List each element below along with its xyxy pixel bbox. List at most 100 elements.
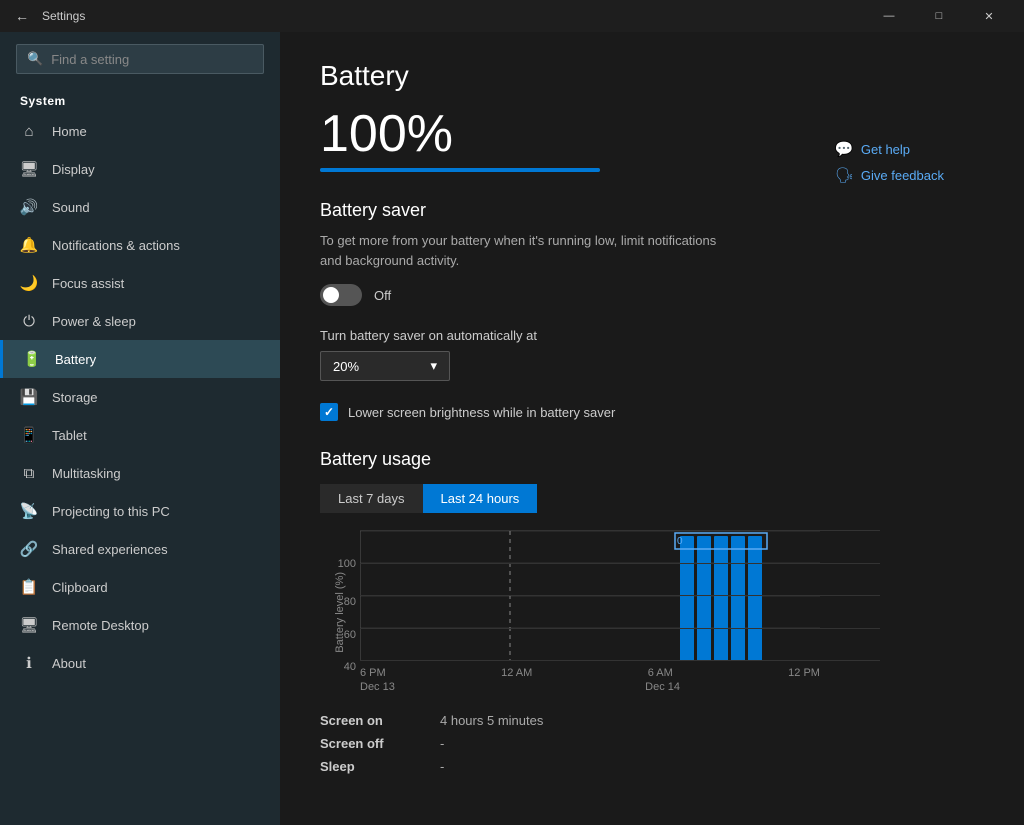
- tablet-icon: 📱: [20, 426, 38, 444]
- y-label-60: 60: [328, 629, 356, 641]
- sidebar-label-focus: Focus assist: [52, 276, 124, 291]
- screen-on-label: Screen on: [320, 713, 440, 728]
- app-container: 🔍 System ⌂ Home 🖥 Display 🔊 Sound 🔔 Noti…: [0, 32, 1024, 825]
- tab-last-7-days[interactable]: Last 7 days: [320, 484, 423, 513]
- storage-icon: 💾: [20, 388, 38, 406]
- clipboard-icon: 📋: [20, 578, 38, 596]
- chevron-down-icon: ▾: [430, 358, 437, 374]
- sidebar-item-shared[interactable]: 🔗 Shared experiences: [0, 530, 280, 568]
- brightness-checkbox-row: ✓ Lower screen brightness while in batte…: [320, 403, 984, 421]
- checkmark-icon: ✓: [324, 405, 334, 419]
- battery-saver-desc: To get more from your battery when it's …: [320, 231, 740, 270]
- y-label-100: 100: [328, 558, 356, 570]
- titlebar-title: Settings: [42, 9, 85, 23]
- sidebar-item-storage[interactable]: 💾 Storage: [0, 378, 280, 416]
- battery-threshold-dropdown[interactable]: 20% ▾: [320, 351, 450, 381]
- x-label-6pm: 6 PM: [360, 667, 386, 679]
- search-input[interactable]: [51, 52, 253, 67]
- titlebar: ← Settings — □ ✕: [0, 0, 1024, 32]
- sidebar-item-sound[interactable]: 🔊 Sound: [0, 188, 280, 226]
- help-section: 💬 Get help 🗣 Give feedback: [835, 140, 944, 184]
- search-icon: 🔍: [27, 51, 43, 67]
- sidebar-label-sound: Sound: [52, 200, 90, 215]
- toggle-label: Off: [374, 288, 391, 303]
- sidebar: 🔍 System ⌂ Home 🖥 Display 🔊 Sound 🔔 Noti…: [0, 32, 280, 825]
- sidebar-item-power[interactable]: ⏻ Power & sleep: [0, 302, 280, 340]
- sidebar-item-notifications[interactable]: 🔔 Notifications & actions: [0, 226, 280, 264]
- battery-saver-toggle[interactable]: [320, 284, 362, 306]
- sidebar-item-tablet[interactable]: 📱 Tablet: [0, 416, 280, 454]
- sidebar-item-multitasking[interactable]: ⧉ Multitasking: [0, 454, 280, 492]
- date-labels: Dec 13 Dec 14: [360, 679, 680, 693]
- toggle-knob: [323, 287, 339, 303]
- sidebar-label-remote: Remote Desktop: [52, 618, 149, 633]
- focus-icon: 🌙: [20, 274, 38, 292]
- sidebar-label-multitasking: Multitasking: [52, 466, 121, 481]
- x-label-6am: 6 AM: [648, 667, 673, 679]
- section-label: System: [0, 86, 280, 112]
- display-icon: 🖥: [20, 160, 38, 178]
- y-label-80: 80: [328, 596, 356, 608]
- sidebar-item-clipboard[interactable]: 📋 Clipboard: [0, 568, 280, 606]
- sidebar-label-power: Power & sleep: [52, 314, 136, 329]
- sidebar-label-battery: Battery: [55, 352, 96, 367]
- screen-on-value: 4 hours 5 minutes: [440, 713, 543, 728]
- sidebar-label-projecting: Projecting to this PC: [52, 504, 170, 519]
- battery-usage-title: Battery usage: [320, 449, 984, 470]
- help-icon: 💬: [835, 140, 853, 158]
- home-icon: ⌂: [20, 122, 38, 140]
- x-label-12am: 12 AM: [501, 667, 532, 679]
- power-icon: ⏻: [20, 312, 38, 330]
- date-dec13: Dec 13: [360, 681, 395, 693]
- sidebar-item-about[interactable]: ℹ About: [0, 644, 280, 682]
- screen-off-value: -: [440, 736, 444, 751]
- summary-sleep: Sleep -: [320, 755, 720, 778]
- dropdown-label: Turn battery saver on automatically at: [320, 328, 984, 343]
- x-axis-labels: 6 PM 12 AM 6 AM 12 PM: [360, 663, 820, 679]
- notifications-icon: 🔔: [20, 236, 38, 254]
- page-title: Battery: [320, 60, 984, 92]
- shared-icon: 🔗: [20, 540, 38, 558]
- battery-progress-fill: [320, 168, 600, 172]
- feedback-icon: 🗣: [835, 166, 853, 184]
- sidebar-item-projecting[interactable]: 📡 Projecting to this PC: [0, 492, 280, 530]
- sidebar-item-home[interactable]: ⌂ Home: [0, 112, 280, 150]
- tab-last-24-hours[interactable]: Last 24 hours: [423, 484, 538, 513]
- get-help-link[interactable]: 💬 Get help: [835, 140, 944, 158]
- screen-off-label: Screen off: [320, 736, 440, 751]
- sidebar-item-display[interactable]: 🖥 Display: [0, 150, 280, 188]
- sidebar-label-shared: Shared experiences: [52, 542, 168, 557]
- content-area: 💬 Get help 🗣 Give feedback Battery 100% …: [280, 32, 1024, 825]
- search-box[interactable]: 🔍: [16, 44, 264, 74]
- sidebar-item-battery[interactable]: 🔋 Battery: [0, 340, 280, 378]
- back-button[interactable]: ←: [12, 6, 32, 26]
- sidebar-label-display: Display: [52, 162, 95, 177]
- sidebar-label-notifications: Notifications & actions: [52, 238, 180, 253]
- remote-icon: 🖥: [20, 616, 38, 634]
- maximize-button[interactable]: □: [916, 0, 962, 32]
- sidebar-label-home: Home: [52, 124, 87, 139]
- sidebar-item-remote[interactable]: 🖥 Remote Desktop: [0, 606, 280, 644]
- x-label-12pm: 12 PM: [788, 667, 820, 679]
- brightness-checkbox[interactable]: ✓: [320, 403, 338, 421]
- y-label-40: 40: [328, 661, 356, 673]
- summary-screen-on: Screen on 4 hours 5 minutes: [320, 709, 720, 732]
- close-button[interactable]: ✕: [966, 0, 1012, 32]
- sound-icon: 🔊: [20, 198, 38, 216]
- battery-chart: Battery level (%) 100 80: [320, 531, 880, 693]
- about-icon: ℹ: [20, 654, 38, 672]
- sidebar-item-focus[interactable]: 🌙 Focus assist: [0, 264, 280, 302]
- sidebar-label-about: About: [52, 656, 86, 671]
- sleep-label: Sleep: [320, 759, 440, 774]
- sidebar-label-clipboard: Clipboard: [52, 580, 108, 595]
- battery-saver-toggle-row: Off: [320, 284, 984, 306]
- multitasking-icon: ⧉: [20, 464, 38, 482]
- sidebar-label-tablet: Tablet: [52, 428, 87, 443]
- battery-progress-bar: [320, 168, 600, 172]
- summary-screen-off: Screen off -: [320, 732, 720, 755]
- give-feedback-link[interactable]: 🗣 Give feedback: [835, 166, 944, 184]
- brightness-checkbox-label: Lower screen brightness while in battery…: [348, 405, 615, 420]
- tab-row: Last 7 days Last 24 hours: [320, 484, 984, 513]
- minimize-button[interactable]: —: [866, 0, 912, 32]
- sleep-value: -: [440, 759, 444, 774]
